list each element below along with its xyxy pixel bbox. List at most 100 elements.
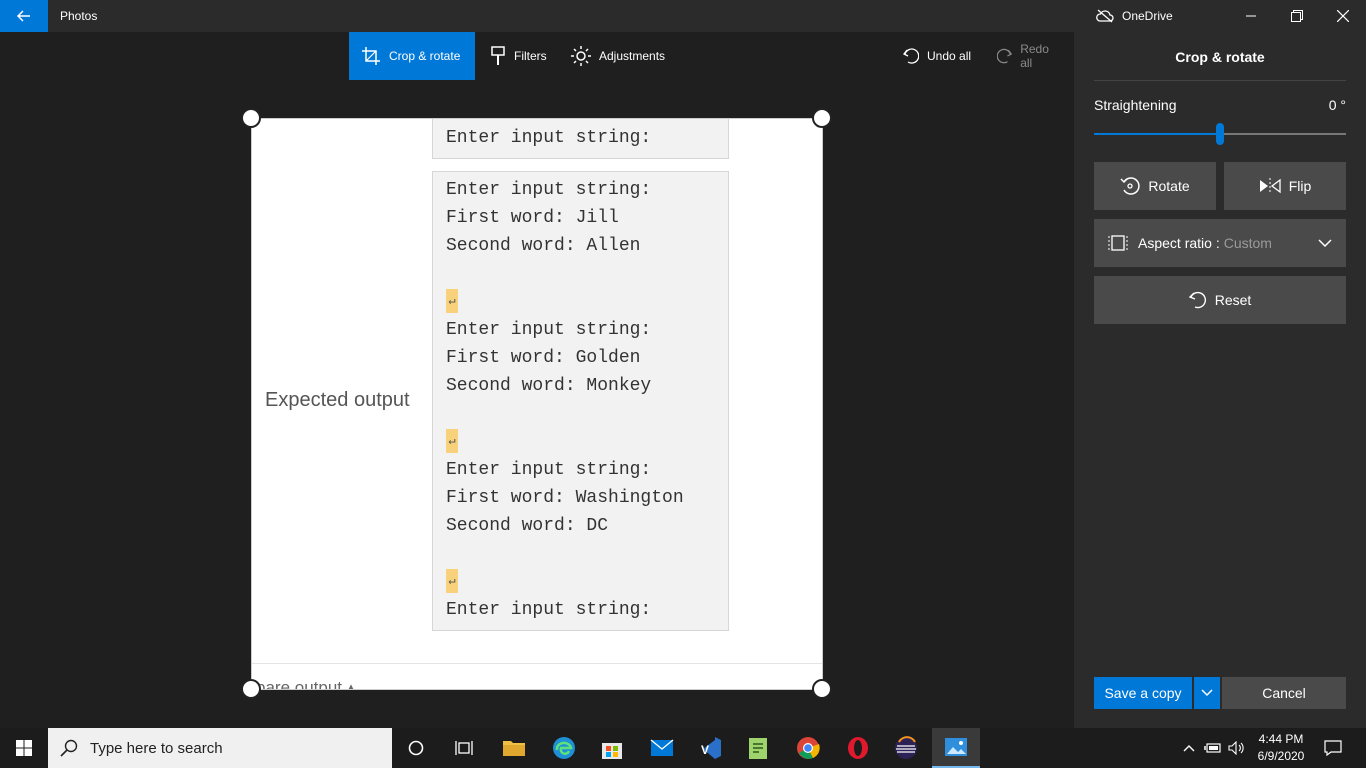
crop-icon <box>362 47 380 65</box>
slider-thumb[interactable] <box>1216 123 1224 145</box>
action-center-button[interactable] <box>1318 728 1348 768</box>
minimize-icon <box>1246 15 1256 17</box>
code-line: First word: Golden <box>446 348 641 368</box>
visual-studio-button[interactable]: V <box>686 728 734 768</box>
compare-output-bar[interactable]: pare output ▴ <box>252 663 822 690</box>
adjustments-tab[interactable]: Adjustments <box>559 32 677 80</box>
return-marker: ↵ <box>446 428 715 456</box>
cortana-button[interactable] <box>392 728 440 768</box>
file-explorer-button[interactable] <box>490 728 538 768</box>
visual-studio-icon: V <box>701 737 721 759</box>
crop-handle-bottom-left[interactable] <box>241 679 261 699</box>
battery-icon <box>1204 743 1221 753</box>
code-line: Enter input string: <box>446 180 652 200</box>
code-line: First word: Washington <box>446 488 684 508</box>
close-icon <box>1337 10 1349 22</box>
chevron-down-icon <box>1201 689 1213 697</box>
reset-button[interactable]: Reset <box>1094 276 1346 324</box>
rotate-icon <box>1120 177 1141 195</box>
photo-canvas: Expected output Enter input string: Ente… <box>0 80 1074 728</box>
onedrive-label: OneDrive <box>1122 9 1173 23</box>
code-block-top: Enter input string: <box>432 119 729 159</box>
undo-all-button[interactable]: Undo all <box>891 32 983 80</box>
rotate-button[interactable]: Rotate <box>1094 162 1216 210</box>
chevron-up-icon <box>1183 745 1195 752</box>
code-line: First word: Jill <box>446 208 619 228</box>
slider-fill <box>1094 133 1220 135</box>
code-line: Enter input string: <box>446 460 652 480</box>
task-view-button[interactable] <box>440 728 488 768</box>
photo-image[interactable]: Expected output Enter input string: Ente… <box>251 118 823 690</box>
store-button[interactable] <box>588 728 636 768</box>
back-button[interactable] <box>0 0 48 32</box>
aspect-ratio-dropdown[interactable]: Aspect ratio : Custom <box>1094 219 1346 267</box>
aspect-ratio-icon <box>1108 235 1128 251</box>
compare-output-label: pare output ▴ <box>256 678 356 690</box>
title-bar: Photos OneDrive <box>0 0 1366 32</box>
eclipse-icon <box>895 736 917 759</box>
redo-all-button[interactable]: Redo all <box>985 32 1074 80</box>
edge-button[interactable] <box>540 728 588 768</box>
code-line: Second word: Monkey <box>446 376 652 396</box>
taskbar-clock[interactable]: 4:44 PM 6/9/2020 <box>1250 731 1312 765</box>
opera-button[interactable] <box>834 728 882 768</box>
chevron-down-icon <box>1318 239 1332 247</box>
taskbar-search[interactable]: Type here to search <box>48 728 392 768</box>
folder-icon <box>503 741 525 756</box>
task-view-icon <box>455 741 473 755</box>
undo-icon <box>903 48 919 64</box>
code-line: Enter input string: <box>446 600 652 620</box>
filters-tab[interactable]: Filters <box>478 32 559 80</box>
cancel-button[interactable]: Cancel <box>1222 677 1346 709</box>
edit-toolbar: Crop & rotate Filters Adjustments Undo a… <box>0 32 1074 80</box>
aspect-ratio-value: Custom <box>1223 235 1272 251</box>
rotate-label: Rotate <box>1148 178 1190 194</box>
search-placeholder: Type here to search <box>90 739 223 757</box>
battery-button[interactable] <box>1202 728 1224 768</box>
return-marker: ↵ <box>446 568 715 596</box>
crop-handle-top-left[interactable] <box>241 108 261 128</box>
code-block-output: Enter input string: First word: Jill Secon… <box>432 171 729 631</box>
search-icon <box>60 739 78 757</box>
svg-text:V: V <box>701 743 709 757</box>
crop-handle-top-right[interactable] <box>812 108 832 128</box>
editor-button[interactable] <box>734 728 782 768</box>
panel-title: Crop & rotate <box>1175 49 1265 65</box>
straightening-label: Straightening <box>1094 97 1177 113</box>
opera-icon <box>848 737 868 759</box>
redo-all-label: Redo all <box>1020 42 1049 70</box>
notepad-icon <box>749 738 767 759</box>
clock-date: 6/9/2020 <box>1257 749 1305 763</box>
back-arrow-icon <box>16 10 30 22</box>
divider <box>1094 80 1346 81</box>
crop-handle-bottom-right[interactable] <box>812 679 832 699</box>
chrome-button[interactable] <box>784 728 832 768</box>
close-button[interactable] <box>1320 0 1366 32</box>
photos-button[interactable] <box>932 728 980 768</box>
mail-button[interactable] <box>638 728 686 768</box>
flip-button[interactable]: Flip <box>1224 162 1346 210</box>
code-line: Second word: Allen <box>446 236 641 256</box>
return-marker: ↵ <box>446 288 715 316</box>
return-icon: ↵ <box>446 569 458 594</box>
volume-button[interactable] <box>1226 728 1248 768</box>
restore-button[interactable] <box>1274 0 1320 32</box>
minimize-button[interactable] <box>1228 0 1274 32</box>
save-options-button[interactable] <box>1194 677 1220 709</box>
aspect-ratio-label: Aspect ratio : <box>1138 235 1220 251</box>
eclipse-button[interactable] <box>882 728 930 768</box>
app-title: Photos <box>60 9 98 23</box>
crop-rotate-tab[interactable]: Crop & rotate <box>349 32 475 80</box>
show-hidden-icons-button[interactable] <box>1178 728 1200 768</box>
code-line: Enter input string: <box>446 128 652 148</box>
undo-all-label: Undo all <box>927 49 972 63</box>
photos-icon <box>945 738 967 756</box>
save-copy-button[interactable]: Save a copy <box>1094 677 1192 709</box>
crop-rotate-panel: Crop & rotate Straightening 0 ° Rotate F… <box>1074 32 1366 728</box>
onedrive-status[interactable]: OneDrive <box>1096 0 1173 32</box>
start-button[interactable] <box>0 728 48 768</box>
store-icon <box>602 743 622 759</box>
adjustments-label: Adjustments <box>599 49 666 63</box>
